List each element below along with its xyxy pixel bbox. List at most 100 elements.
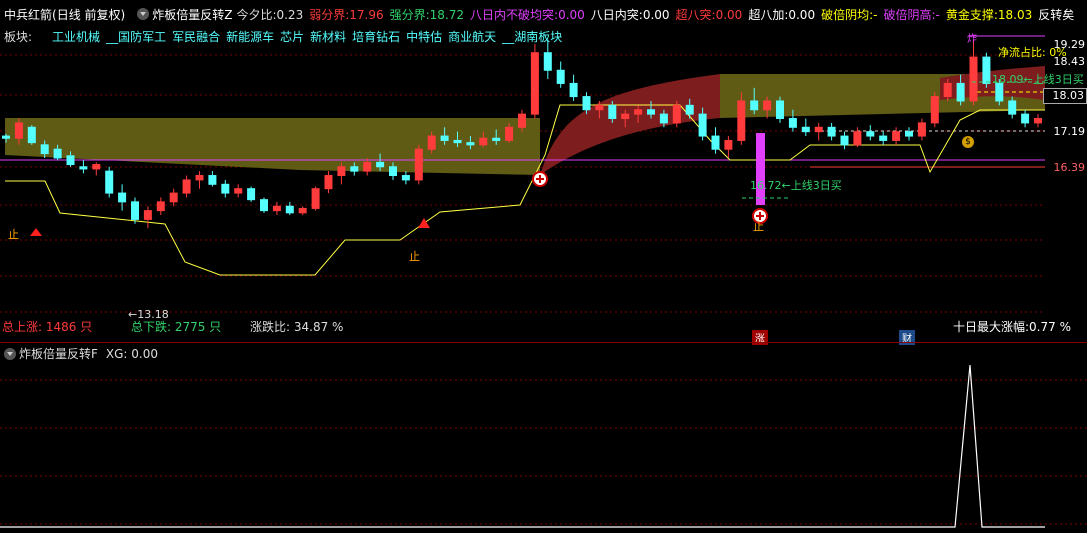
- candle-body: [543, 52, 552, 71]
- candle-body: [685, 104, 694, 115]
- candle-body: [672, 104, 681, 124]
- candle-body: [350, 166, 359, 172]
- candle-body: [169, 192, 178, 203]
- candle-body: [814, 126, 823, 133]
- candle-body: [647, 109, 655, 115]
- candle-body: [208, 175, 217, 185]
- candle-body: [105, 170, 114, 194]
- candle-body: [827, 126, 836, 137]
- candle-body: [247, 188, 256, 201]
- candle-body: [659, 113, 668, 124]
- xg-value: XG: 0.00: [105, 346, 159, 361]
- candle-body: [337, 166, 346, 177]
- candle-body: [234, 188, 243, 194]
- candle-body: [14, 122, 23, 139]
- candle-body: [92, 164, 101, 170]
- candle-body: [801, 126, 810, 133]
- candle-body: [1021, 113, 1030, 124]
- candle-body: [530, 52, 539, 115]
- candle-body: [763, 100, 772, 111]
- candle-body: [182, 179, 191, 194]
- net-inflow-label: 净流占比: 0%: [998, 46, 1067, 59]
- candle-body: [376, 161, 385, 168]
- signal-bar: [756, 133, 765, 205]
- candle-body: [943, 82, 952, 98]
- candle-body: [131, 201, 139, 220]
- up-triangle-icon: [418, 218, 430, 228]
- price-label-1719: 17.19: [1053, 125, 1086, 138]
- candle-body: [492, 137, 501, 141]
- candle-body: [698, 113, 707, 137]
- candle-body: [930, 96, 939, 124]
- xg-signal-line: [0, 364, 1045, 528]
- candle-body: [556, 69, 565, 84]
- candle-body: [776, 100, 784, 120]
- up-triangle-icon: [30, 228, 42, 236]
- candle-body: [40, 144, 49, 155]
- candle-body: [634, 109, 643, 115]
- candle-body: [866, 131, 875, 137]
- candle-body: [518, 113, 526, 128]
- candle-body: [905, 131, 913, 137]
- candle-body: [2, 135, 10, 139]
- candle-body: [724, 139, 733, 150]
- ten-day-max: 十日最大涨幅:0.77 %: [953, 320, 1071, 334]
- candle-body: [53, 148, 62, 159]
- candle-body: [324, 175, 333, 190]
- candle-body: [917, 122, 926, 137]
- candle-body: [221, 183, 230, 194]
- candle-body: [440, 135, 449, 141]
- candle-body: [582, 96, 591, 111]
- price-chart[interactable]: [0, 0, 1087, 533]
- candle-body: [156, 201, 165, 212]
- subpanel-header: 炸板倍量反转F XG: 0.00: [0, 345, 158, 362]
- money-bag-icon: $: [962, 136, 974, 148]
- candle-body: [311, 188, 320, 209]
- candle-body: [272, 205, 281, 212]
- stop-mark-c: 止: [753, 220, 764, 233]
- stop-mark-a: 止: [8, 228, 19, 241]
- price-label-1803: 18.03: [1043, 88, 1087, 104]
- candle-body: [79, 166, 88, 170]
- candle-body: [479, 137, 488, 146]
- candle-body: [1008, 100, 1017, 115]
- candle-body: [453, 139, 462, 144]
- candle-body: [298, 207, 307, 214]
- candle-body: [401, 175, 410, 181]
- candle-body: [853, 131, 862, 146]
- candle-body: [569, 82, 578, 98]
- total-up: 总上涨: 1486 只: [2, 320, 93, 334]
- candle-body: [750, 100, 759, 111]
- candle-body: [1034, 118, 1042, 124]
- subpanel-title: 炸板倍量反转F: [19, 347, 98, 361]
- candle-body: [879, 135, 888, 141]
- candle-body: [621, 113, 630, 120]
- candle-body: [389, 166, 397, 177]
- candle-body: [505, 126, 514, 141]
- candle-body: [118, 192, 127, 203]
- candle-body: [982, 56, 991, 84]
- up-down-ratio: 涨跌比: 34.87 %: [250, 320, 344, 334]
- chevron-down-icon[interactable]: [4, 347, 16, 360]
- buy-signal-label-1: 16.72←上线3日买: [750, 179, 842, 192]
- buy-signal-label-2: 18.09←上线3日买: [992, 73, 1084, 86]
- candle-body: [363, 161, 372, 172]
- candle-body: [788, 118, 797, 128]
- candle-body: [969, 56, 978, 102]
- candle-body: [711, 135, 720, 150]
- candle-body: [840, 135, 849, 146]
- candle-body: [737, 100, 746, 141]
- candle-body: [608, 104, 617, 120]
- candle-body: [595, 104, 604, 111]
- price-label-1639: 16.39: [1053, 161, 1086, 174]
- candle-body: [143, 210, 152, 220]
- candle-body: [427, 135, 436, 150]
- candle-body: [66, 155, 75, 166]
- candle-body: [285, 205, 294, 214]
- total-down: 总下跌: 2775 只: [131, 320, 222, 334]
- candle-body: [466, 142, 475, 146]
- candle-body: [195, 175, 204, 181]
- candle-body: [892, 131, 901, 141]
- candle-body: [27, 126, 36, 144]
- candle-body: [260, 199, 268, 212]
